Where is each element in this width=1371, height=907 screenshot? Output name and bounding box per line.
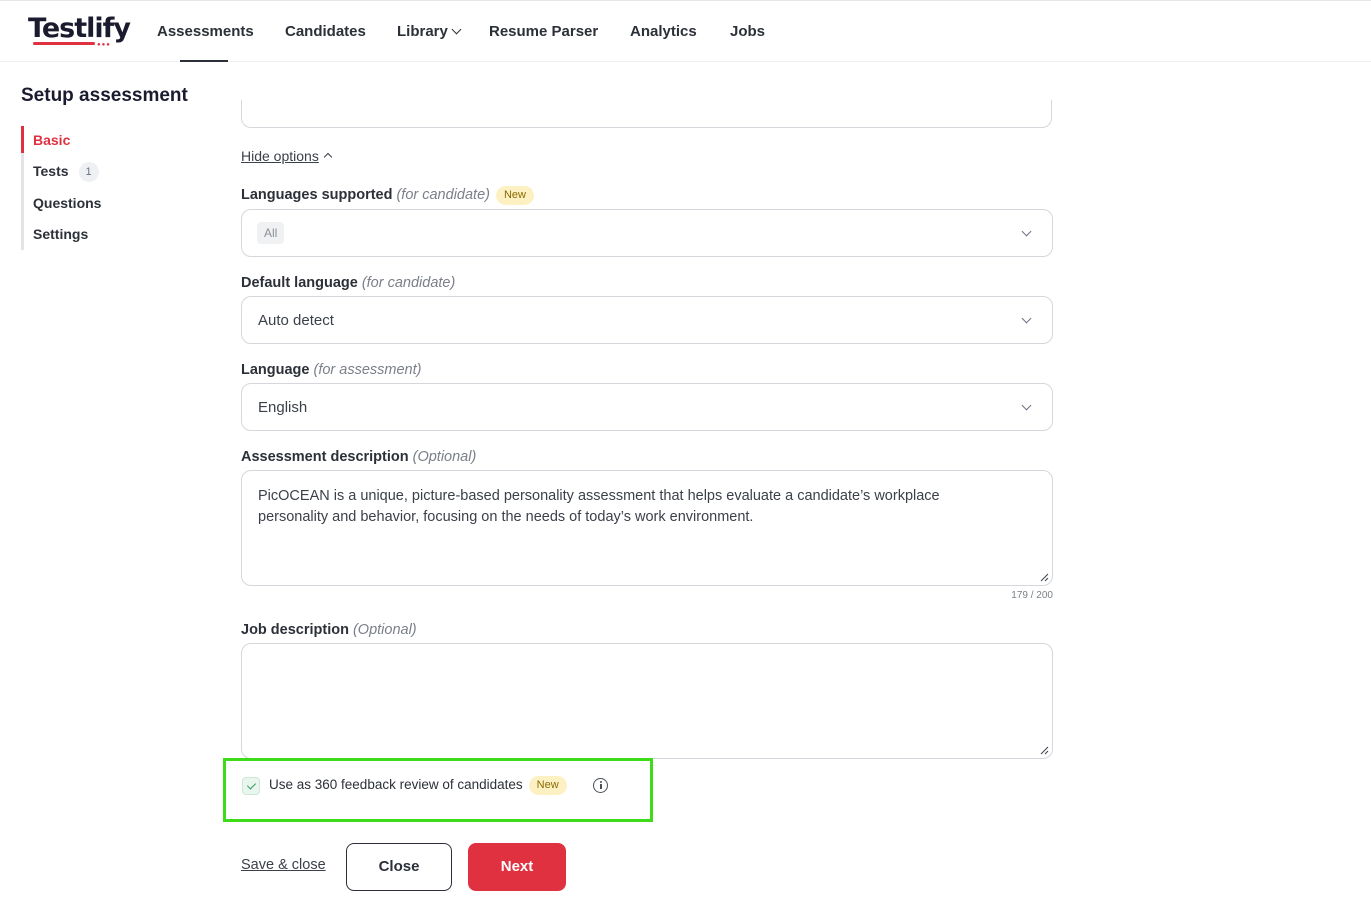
nav-library-label: Library bbox=[397, 23, 448, 40]
language-select[interactable]: English bbox=[241, 383, 1053, 431]
logo-underline bbox=[33, 42, 95, 45]
assessment-description-textarea[interactable]: PicOCEAN is a unique, picture-based pers… bbox=[241, 470, 1053, 586]
assessment-description-hint: (Optional) bbox=[412, 449, 477, 465]
nav-active-indicator bbox=[180, 60, 228, 62]
languages-supported-label: Languages supported (for candidate) New bbox=[241, 186, 534, 206]
close-button[interactable]: Close bbox=[346, 843, 452, 891]
feedback-360-label[interactable]: Use as 360 feedback review of candidates… bbox=[269, 776, 567, 796]
chevron-down-icon bbox=[1021, 226, 1032, 237]
job-description-label: Job description (Optional) bbox=[241, 622, 417, 638]
sidebar-step-active-indicator bbox=[21, 126, 24, 153]
check-icon bbox=[246, 780, 257, 790]
next-button[interactable]: Next bbox=[468, 843, 566, 891]
sidebar-item-questions[interactable]: Questions bbox=[33, 195, 101, 211]
language-chip-all[interactable]: All bbox=[257, 222, 285, 244]
assessment-description-char-count: 179 / 200 bbox=[1011, 590, 1053, 601]
previous-field-bottom-edge bbox=[241, 100, 1052, 128]
nav-analytics[interactable]: Analytics bbox=[630, 23, 697, 40]
page-title: Setup assessment bbox=[21, 85, 188, 106]
info-icon[interactable] bbox=[593, 778, 608, 793]
new-badge: New bbox=[528, 776, 567, 795]
language-label-text: Language bbox=[241, 362, 310, 378]
nav-assessments[interactable]: Assessments bbox=[157, 23, 254, 40]
testlify-logo[interactable]: Testlify bbox=[28, 13, 131, 44]
assessment-description-label-text: Assessment description bbox=[241, 449, 409, 465]
default-language-hint: (for candidate) bbox=[361, 275, 456, 291]
job-description-textarea[interactable] bbox=[241, 643, 1053, 759]
assessment-description-value: PicOCEAN is a unique, picture-based pers… bbox=[258, 488, 940, 525]
languages-supported-select[interactable]: All bbox=[241, 209, 1053, 257]
chevron-up-icon bbox=[323, 152, 333, 162]
language-hint: (for assessment) bbox=[313, 362, 422, 378]
nav-candidates[interactable]: Candidates bbox=[285, 23, 366, 40]
default-language-label-text: Default language bbox=[241, 275, 358, 291]
sidebar-item-tests[interactable]: Tests 1 bbox=[33, 162, 99, 183]
sidebar-item-tests-label: Tests bbox=[33, 163, 69, 179]
job-description-hint: (Optional) bbox=[352, 622, 417, 638]
nav-resume-parser[interactable]: Resume Parser bbox=[489, 23, 598, 40]
nav-jobs[interactable]: Jobs bbox=[730, 23, 765, 40]
default-language-label: Default language (for candidate) bbox=[241, 275, 455, 291]
chevron-down-icon bbox=[1021, 313, 1032, 324]
logo-dots: ●●● bbox=[97, 42, 111, 48]
sidebar-item-basic[interactable]: Basic bbox=[33, 132, 70, 148]
save-and-close-link[interactable]: Save & close bbox=[241, 857, 326, 873]
languages-supported-label-text: Languages supported bbox=[241, 187, 393, 203]
language-label: Language (for assessment) bbox=[241, 362, 421, 378]
nav-library[interactable]: Library bbox=[397, 23, 462, 40]
language-value: English bbox=[258, 399, 308, 416]
chevron-down-icon bbox=[1021, 400, 1032, 411]
languages-supported-hint: (for candidate) bbox=[396, 187, 490, 203]
resize-grip-icon[interactable] bbox=[1040, 573, 1049, 582]
default-language-value: Auto detect bbox=[258, 312, 334, 329]
default-language-select[interactable]: Auto detect bbox=[241, 296, 1053, 344]
assessment-description-label: Assessment description (Optional) bbox=[241, 449, 476, 465]
chevron-down-icon bbox=[451, 24, 462, 35]
feedback-360-label-text: Use as 360 feedback review of candidates bbox=[269, 777, 523, 792]
hide-options-link[interactable]: Hide options bbox=[241, 148, 333, 164]
new-badge: New bbox=[495, 186, 534, 205]
tests-count-badge: 1 bbox=[78, 162, 99, 182]
hide-options-label: Hide options bbox=[241, 148, 319, 164]
top-navbar: Testlify ●●● Assessments Candidates Libr… bbox=[0, 0, 1371, 62]
job-description-label-text: Job description bbox=[241, 622, 349, 638]
feedback-360-checkbox[interactable] bbox=[242, 777, 260, 795]
resize-grip-icon[interactable] bbox=[1040, 746, 1049, 755]
sidebar-item-settings[interactable]: Settings bbox=[33, 226, 88, 242]
